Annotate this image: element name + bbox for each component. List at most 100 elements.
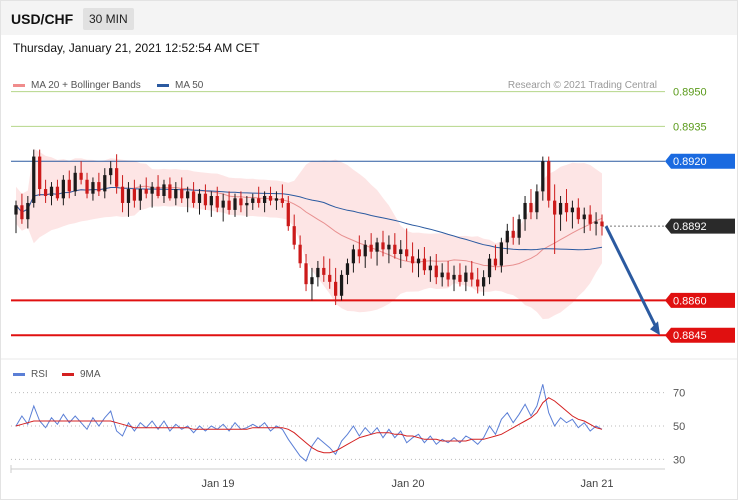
candle-body [393, 244, 397, 254]
candle-body [328, 274, 332, 282]
candle-body [470, 272, 474, 280]
candle-body [144, 189, 148, 194]
candle-body [529, 202, 533, 213]
candle-body [262, 196, 267, 203]
candle-body [20, 205, 24, 220]
candle-body [594, 221, 598, 224]
candle-body [316, 267, 320, 278]
candle-body [91, 182, 95, 194]
candle-body [434, 265, 438, 278]
candle-body [32, 156, 36, 203]
candle-body [487, 258, 492, 278]
candle-body [511, 230, 515, 238]
candle-body [363, 244, 367, 257]
candle-body [369, 244, 373, 252]
candle-body [227, 200, 231, 210]
candle-body [180, 189, 184, 199]
candle-body [174, 189, 178, 199]
candle-body [38, 156, 42, 190]
candle-body [162, 184, 166, 196]
candle-body [197, 193, 202, 203]
candle-body [387, 244, 391, 250]
time-label-0: Jan 19 [201, 478, 234, 490]
candle-body [109, 168, 113, 176]
candle-body [251, 198, 255, 203]
candle-body [481, 277, 486, 287]
rsi-tick-50: 50 [673, 421, 685, 433]
candle-body [203, 193, 208, 206]
candle-body [582, 214, 586, 220]
candle-body [499, 242, 504, 266]
candle-body [26, 202, 30, 220]
time-label-1: Jan 20 [391, 478, 424, 490]
candle-body [440, 272, 444, 278]
time-label-2: Jan 21 [580, 478, 613, 490]
candle-body [103, 175, 107, 192]
chart-canvas: 0.8950 0.8935 0.8920 0.8892 0.8860 0.8845 70 50… [1, 87, 737, 490]
candle-body [334, 281, 338, 296]
candle-body [79, 172, 83, 180]
candle-body [576, 207, 580, 220]
candle-body [67, 179, 71, 192]
level-label-0.8845: 0.8845 [673, 330, 707, 342]
candle-body [168, 184, 172, 199]
candle-body [215, 196, 219, 208]
candle-body [14, 205, 18, 215]
candle-body [274, 198, 279, 201]
candle-body [375, 242, 379, 252]
candle-body [132, 189, 137, 201]
candle-body [422, 258, 427, 271]
forecast-arrow-line [604, 225, 658, 328]
candle-body [564, 202, 569, 213]
candle-body [280, 198, 284, 203]
candle-body [73, 172, 77, 192]
candle-body [339, 274, 344, 296]
candle-body [268, 196, 273, 201]
level-label-0.8860: 0.8860 [673, 295, 707, 307]
candle-body [97, 182, 101, 192]
candle-body [150, 186, 154, 194]
candle-body [399, 249, 403, 254]
candle-body [120, 186, 125, 203]
candle-body [517, 219, 521, 238]
candle-body [61, 179, 65, 199]
candle-body [245, 202, 249, 206]
candle-body [428, 265, 432, 271]
candle-body [588, 214, 592, 224]
candle-body [476, 279, 480, 287]
candle-body [126, 189, 131, 203]
candle-body [298, 244, 302, 264]
candle-body [186, 191, 190, 199]
candle-body [535, 191, 539, 213]
candle-body [405, 249, 409, 257]
candle-body [239, 198, 243, 206]
candle-body [292, 226, 296, 245]
candle-body [286, 202, 290, 227]
candle-body [541, 161, 545, 192]
candle-body [523, 202, 527, 220]
candle-body [85, 179, 89, 194]
candle-body [345, 263, 350, 275]
candle-body [570, 207, 575, 213]
candle-body [446, 272, 450, 280]
rsi-tick-30: 30 [673, 454, 685, 466]
candle-body [257, 198, 261, 203]
candle-body [458, 274, 462, 282]
candle-body [233, 198, 237, 210]
candle-body [138, 189, 142, 201]
candle-body [357, 249, 361, 257]
rsi-tick-70: 70 [673, 388, 685, 400]
candle-body [209, 196, 213, 206]
candle-body [221, 200, 225, 208]
candle-body [191, 191, 196, 203]
candle-body [55, 186, 60, 199]
candle-body [452, 274, 456, 280]
candle-body [505, 230, 509, 243]
candle-body [410, 256, 415, 264]
candle-body [600, 221, 604, 227]
candle-body [49, 186, 54, 196]
level-label-0.8935: 0.8935 [673, 121, 707, 133]
candle-body [310, 277, 314, 285]
level-label-0.8892: 0.8892 [673, 221, 707, 233]
candle-body [558, 202, 563, 215]
